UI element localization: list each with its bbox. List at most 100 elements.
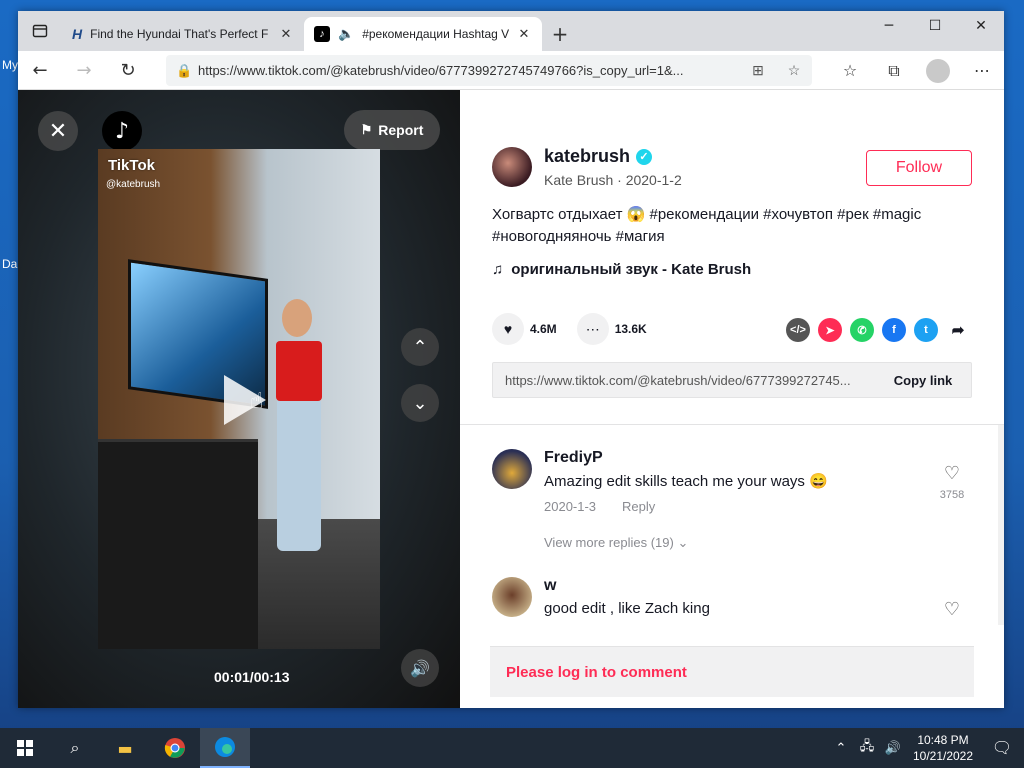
page-content: ✕ ♪ ⚑ Report TikTok @katebrush ☝ ⌃ ⌄ 00:… (18, 90, 1004, 708)
music-link[interactable]: ♫ оригинальный звук - Kate Brush (492, 261, 751, 278)
more-menu-icon[interactable]: ⋯ (960, 61, 1004, 80)
tab-tiktok[interactable]: ♪ 🔈 #рекомендации Hashtag V ✕ (304, 17, 542, 51)
reply-button[interactable]: Reply (622, 499, 655, 514)
whatsapp-icon[interactable]: ✆ (850, 318, 874, 342)
close-window-button[interactable]: ✕ (958, 11, 1004, 41)
facebook-icon[interactable]: f (882, 318, 906, 342)
comment-author[interactable]: FrediyP (544, 449, 603, 467)
author-name[interactable]: katebrush ✓ (544, 146, 653, 167)
chrome-logo (164, 738, 185, 758)
share-arrow-icon[interactable]: ➦ (946, 318, 970, 342)
video-scene (98, 439, 258, 649)
search-icon[interactable]: ⌕ (50, 728, 100, 768)
app-available-icon[interactable]: ⊞ (740, 62, 776, 79)
speaker-icon[interactable]: 🔈 (338, 26, 354, 42)
verified-icon: ✓ (636, 149, 653, 165)
post-info-pane: katebrush ✓ Kate Brush · 2020-1-2 Follow … (460, 90, 1004, 708)
tab-hyundai[interactable]: H Find the Hyundai That's Perfect F ✕ (62, 17, 304, 51)
video-player[interactable]: TikTok @katebrush ☝ (98, 149, 380, 649)
copy-link-row: https://www.tiktok.com/@katebrush/video/… (492, 362, 972, 398)
chrome-icon[interactable] (150, 728, 200, 768)
profile-avatar[interactable] (926, 58, 950, 83)
add-favorite-icon[interactable]: ☆ (776, 62, 812, 79)
video-pane: ✕ ♪ ⚑ Report TikTok @katebrush ☝ ⌃ ⌄ 00:… (18, 90, 460, 708)
tab-actions-button[interactable] (18, 11, 62, 51)
minimize-button[interactable]: ─ (866, 11, 912, 41)
back-button[interactable]: ← (18, 52, 62, 88)
comment-meta: 2020-1-3 Reply (544, 499, 655, 514)
mouse-cursor-icon: ☝ (250, 389, 264, 414)
view-more-replies-button[interactable]: View more replies (19) ⌄ (544, 535, 688, 551)
embed-icon[interactable]: </> (786, 318, 810, 342)
toolbar-right: ☆ ⧉ ⋯ (828, 51, 1004, 90)
video-time: 00:01/00:13 (214, 669, 290, 685)
flag-icon: ⚑ (360, 122, 373, 137)
comment-avatar[interactable] (492, 577, 532, 617)
comment-text: Amazing edit skills teach me your ways 😄 (544, 473, 828, 490)
volume-button[interactable]: 🔊 (401, 649, 439, 687)
network-icon[interactable]: 🖧 (854, 737, 880, 759)
lock-icon[interactable]: 🔒 (176, 63, 198, 79)
url-text: https://www.tiktok.com/@katebrush/video/… (198, 63, 684, 78)
maximize-button[interactable]: ☐ (912, 11, 958, 41)
window-controls: ─ ☐ ✕ (866, 11, 1004, 41)
comment-date: 2020-1-3 (544, 499, 597, 514)
share-icons: </> ➤ ✆ f t ➦ (786, 318, 978, 342)
video-watermark: TikTok (108, 157, 155, 174)
music-title: оригинальный звук - Kate Brush (511, 261, 752, 278)
forward-button[interactable]: → (62, 52, 106, 88)
file-explorer-icon[interactable]: ▬ (100, 728, 150, 768)
start-button[interactable] (0, 728, 50, 768)
comment-author[interactable]: w (544, 577, 556, 595)
send-icon[interactable]: ➤ (818, 318, 842, 342)
author-username[interactable]: katebrush (544, 146, 630, 166)
video-watermark-handle: @katebrush (106, 179, 161, 190)
music-note-icon: ♫ (492, 261, 504, 278)
tab-close-button[interactable]: ✕ (516, 26, 532, 42)
likes-count: 4.6M (530, 322, 557, 336)
desktop-icon-label[interactable]: My (2, 58, 18, 72)
author-avatar[interactable] (492, 147, 532, 187)
comment-like-icon[interactable]: ♡ (932, 599, 972, 620)
tiktok-icon: ♪ (314, 26, 330, 42)
copy-link-button[interactable]: Copy link (875, 373, 971, 388)
twitter-icon[interactable]: t (914, 318, 938, 342)
tiktok-logo-icon[interactable]: ♪ (102, 111, 142, 151)
tab-close-button[interactable]: ✕ (278, 26, 294, 42)
edge-icon[interactable] (200, 728, 250, 768)
favorites-icon[interactable]: ☆ (828, 61, 872, 80)
tab-title: #рекомендации Hashtag V (362, 27, 510, 41)
chevron-up-icon[interactable]: ⌃ (828, 740, 854, 756)
tab-actions-icon (32, 24, 48, 38)
hyundai-icon: H (72, 26, 83, 42)
report-label: Report (378, 122, 424, 138)
comment-icon[interactable]: ⋯ (576, 313, 609, 345)
heart-icon[interactable]: ♥ (492, 313, 524, 345)
tab-title: Find the Hyundai That's Perfect F (90, 27, 269, 41)
taskbar: ⌕ ▬ ⌃ 🖧 🔊 10:48 PM 10/21/2022 🗨 (0, 728, 1024, 768)
refresh-button[interactable]: ↻ (106, 52, 150, 88)
comment-like-icon[interactable]: ♡ (932, 463, 972, 484)
clock[interactable]: 10:48 PM 10/21/2022 (906, 732, 980, 764)
next-video-button[interactable]: ⌄ (401, 384, 439, 422)
desktop-icon-label[interactable]: Da (2, 257, 17, 271)
notifications-icon[interactable]: 🗨 (980, 738, 1024, 758)
collections-icon[interactable]: ⧉ (872, 61, 916, 81)
new-tab-button[interactable]: + (542, 17, 578, 51)
comments-scrollbar[interactable] (998, 425, 1004, 625)
comment-text: good edit , like Zach king (544, 600, 710, 617)
volume-icon[interactable]: 🔊 (880, 740, 906, 756)
close-video-button[interactable]: ✕ (38, 111, 78, 151)
caption-line[interactable]: #новогодняяночь #магия (492, 226, 972, 248)
report-button[interactable]: ⚑ Report (344, 110, 440, 150)
follow-button[interactable]: Follow (866, 150, 972, 186)
caption-line[interactable]: Хогвартс отдыхает 😱 #рекомендации #хочув… (492, 204, 972, 226)
clock-date: 10/21/2022 (912, 749, 974, 763)
post-stats: ♥ 4.6M ⋯ 13.6K (492, 313, 667, 345)
comment-like-count: 3758 (939, 489, 965, 501)
previous-video-button[interactable]: ⌃ (401, 328, 439, 366)
address-bar[interactable]: 🔒 https://www.tiktok.com/@katebrush/vide… (166, 55, 812, 86)
comment-avatar[interactable] (492, 449, 532, 489)
comments-count: 13.6K (614, 322, 647, 336)
login-to-comment-button[interactable]: Please log in to comment (490, 646, 974, 697)
